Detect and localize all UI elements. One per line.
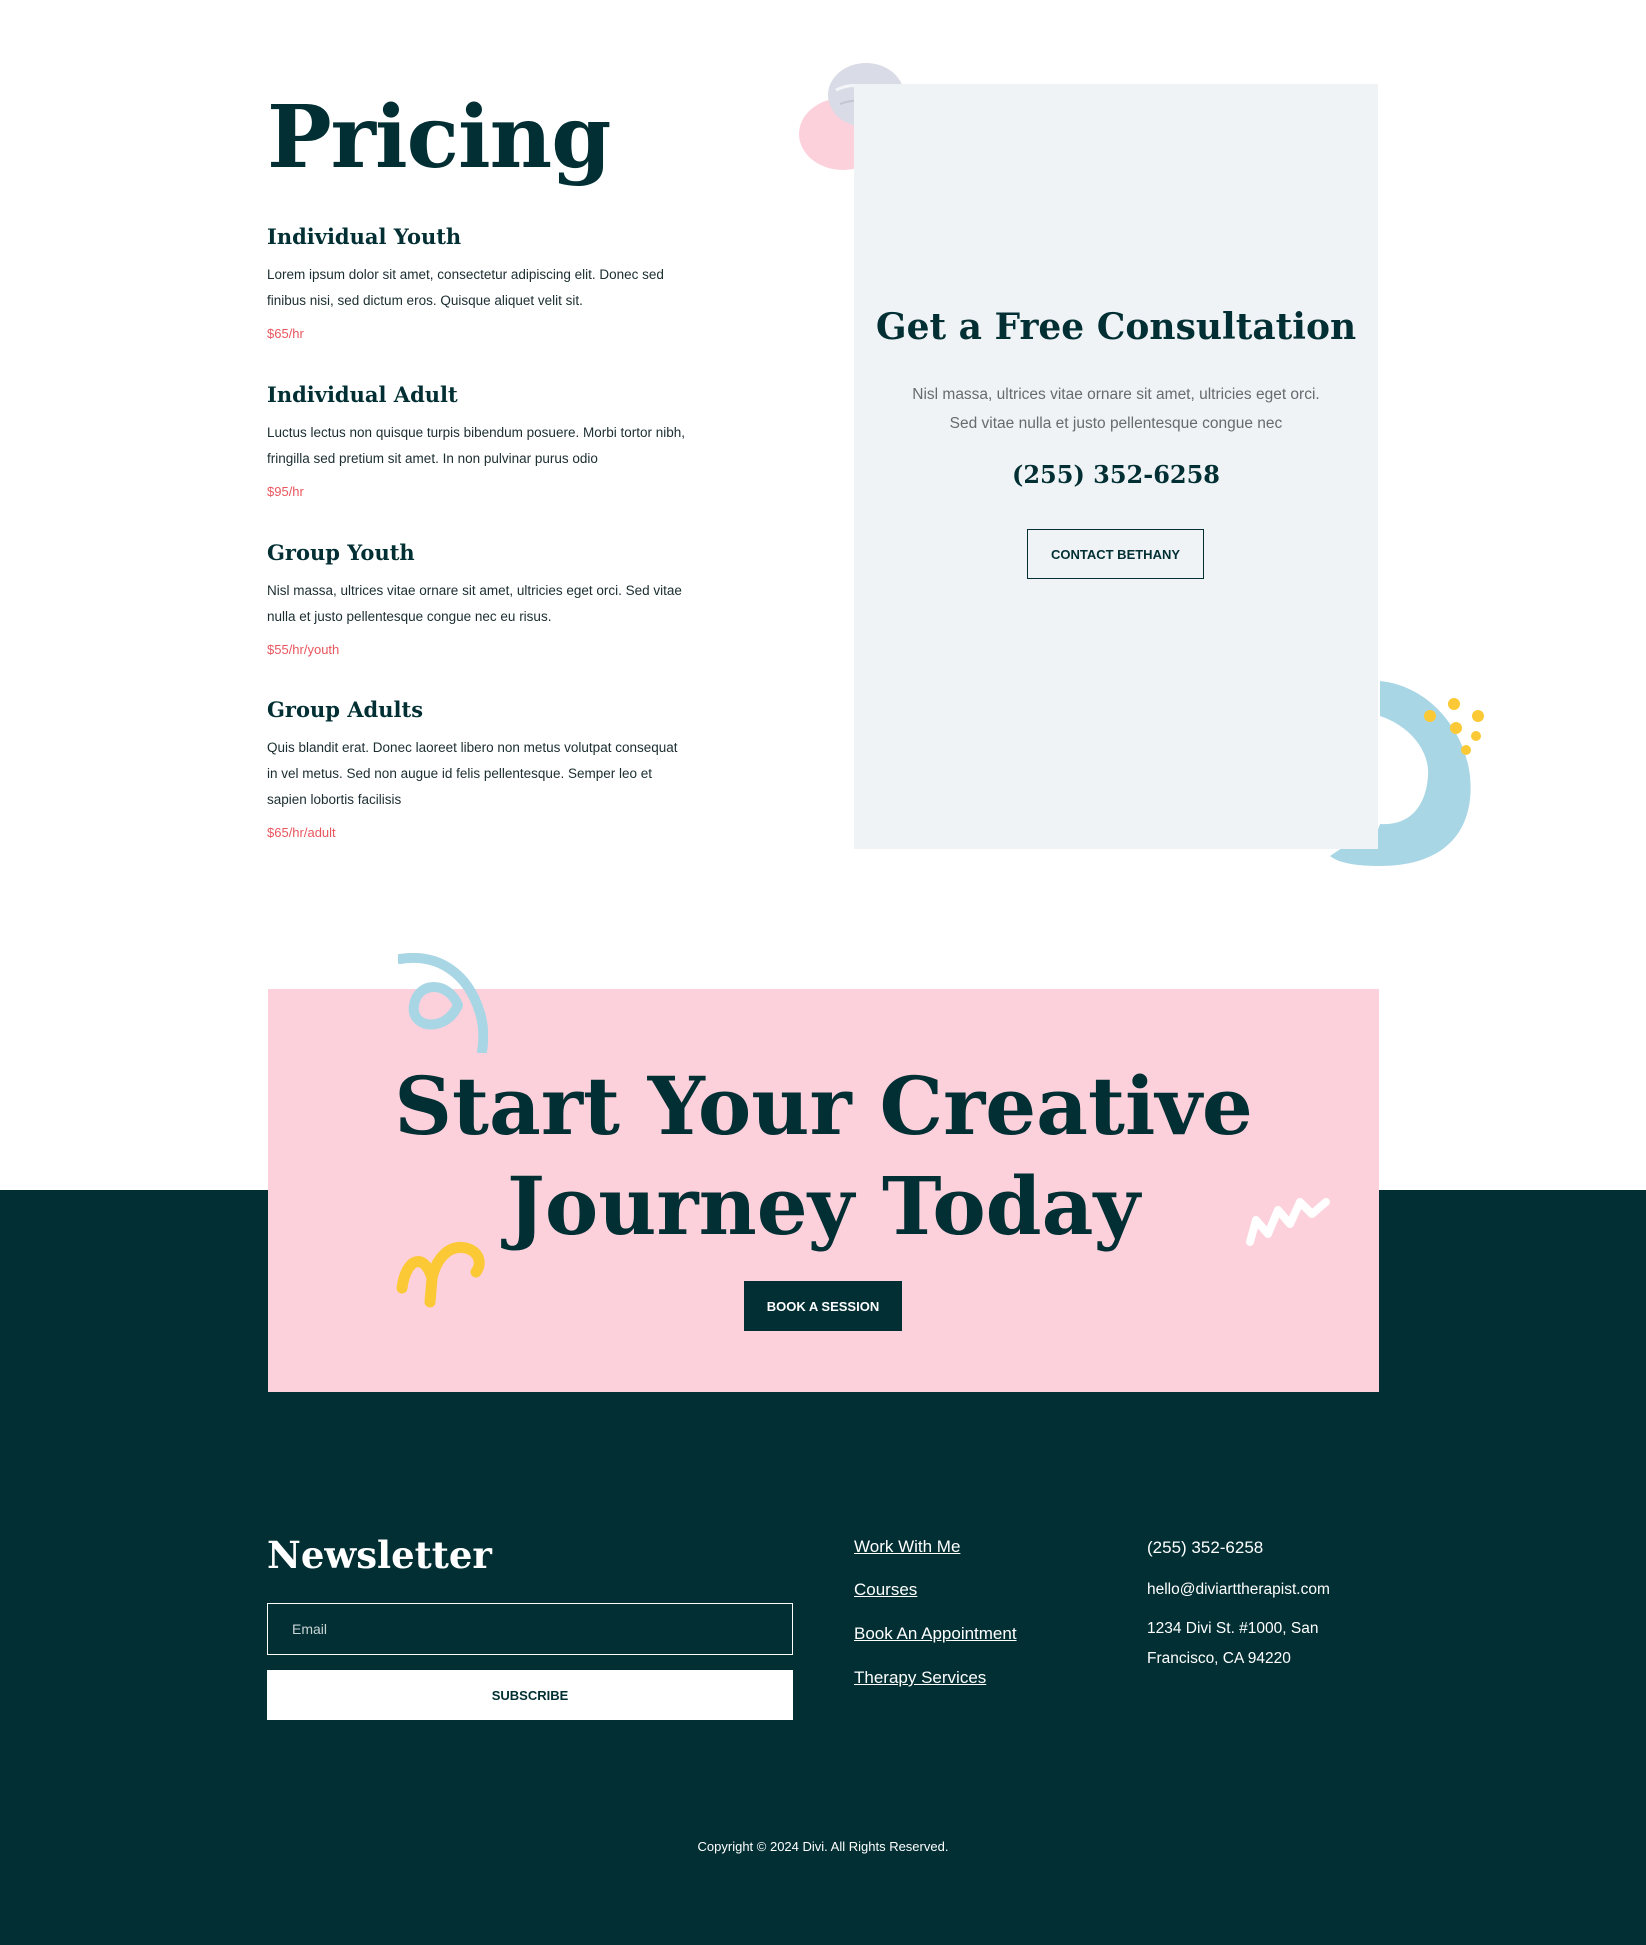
plan-description: Quis blandit erat. Donec laoreet libero …: [267, 740, 678, 807]
subscribe-button[interactable]: SUBSCRIBE: [267, 1670, 793, 1720]
newsletter-title: Newsletter: [267, 1533, 492, 1577]
footer-link-courses[interactable]: Courses: [854, 1580, 917, 1600]
email-field[interactable]: [267, 1603, 793, 1655]
plan-price: $65/hr/adult: [267, 825, 336, 840]
consultation-text: Nisl massa, ultrices vitae ornare sit am…: [912, 386, 1320, 432]
blue-loop-decoration: [398, 953, 488, 1053]
consultation-phone: (255) 352-6258: [1011, 460, 1221, 489]
plan-name: Individual Adult: [267, 382, 458, 407]
cta-title: Start Your Creative Journey Today: [268, 1056, 1379, 1256]
copyright-text: Copyright © 2024 Divi. All Rights Reserv…: [697, 1839, 949, 1854]
pricing-title: Pricing: [267, 87, 611, 188]
footer-phone: (255) 352-6258: [1147, 1538, 1264, 1557]
pricing-plan: Individual Youth Lorem ipsum dolor sit a…: [267, 222, 687, 341]
plan-price: $55/hr/youth: [267, 642, 340, 657]
consultation-title: Get a Free Consultation: [875, 306, 1357, 348]
plan-name: Group Youth: [267, 540, 415, 565]
yellow-squiggle-decoration: [396, 1241, 485, 1308]
cta-title-line2: Journey Today: [507, 1159, 1140, 1253]
book-session-button[interactable]: BOOK A SESSION: [744, 1281, 902, 1331]
pricing-plan: Group Youth Nisl massa, ultrices vitae o…: [267, 538, 687, 657]
footer-link-work-with-me[interactable]: Work With Me: [854, 1537, 960, 1557]
plan-price: $65/hr: [267, 326, 304, 341]
footer-address-line2: Francisco, CA 94220: [1147, 1650, 1291, 1667]
plan-name: Group Adults: [267, 697, 424, 722]
plan-description: Lorem ipsum dolor sit amet, consectetur …: [267, 267, 664, 308]
plan-description: Luctus lectus non quisque turpis bibendu…: [267, 425, 685, 466]
footer-email: hello@diviarttherapist.com: [1147, 1581, 1330, 1598]
footer-link-book-appointment[interactable]: Book An Appointment: [854, 1624, 1017, 1644]
white-zigzag-decoration: [1246, 1198, 1330, 1246]
contact-bethany-button[interactable]: CONTACT BETHANY: [1027, 529, 1204, 579]
plan-description: Nisl massa, ultrices vitae ornare sit am…: [267, 583, 682, 624]
pricing-plan: Individual Adult Luctus lectus non quisq…: [267, 380, 687, 499]
plan-name: Individual Youth: [267, 224, 462, 249]
cta-title-line1: Start Your Creative: [394, 1059, 1253, 1153]
footer-address-line1: 1234 Divi St. #1000, San: [1147, 1620, 1319, 1637]
yellow-dots-decoration: [1424, 698, 1484, 755]
pricing-plan: Group Adults Quis blandit erat. Donec la…: [267, 695, 687, 840]
plan-price: $95/hr: [267, 484, 304, 499]
footer-link-therapy-services[interactable]: Therapy Services: [854, 1668, 986, 1688]
